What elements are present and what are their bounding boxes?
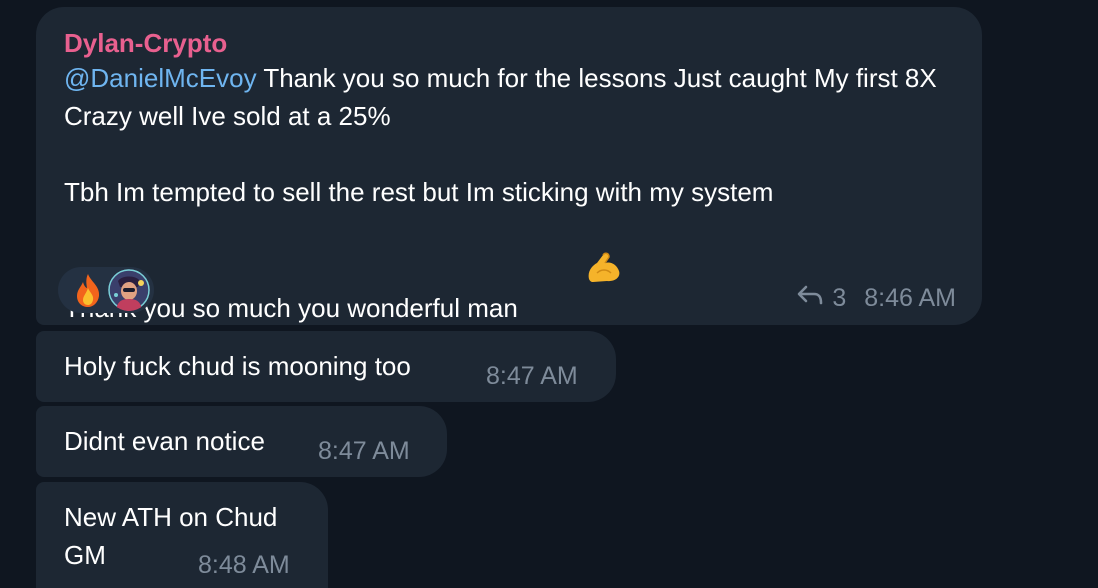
message-text: @DanielMcEvoy Thank you so much for the … xyxy=(64,59,954,135)
message-bubble[interactable]: Didnt evan notice 8:47 AM xyxy=(36,406,447,477)
reactions-bar[interactable] xyxy=(58,267,154,313)
user-avatar[interactable] xyxy=(108,269,150,311)
reply-count[interactable]: 3 xyxy=(832,283,846,313)
message-time: 8:47 AM xyxy=(318,437,410,465)
message-text-line: Tbh Im tempted to sell the rest but Im s… xyxy=(64,177,774,207)
message-text: Holy fuck chud is mooning too xyxy=(64,351,411,381)
reply-icon[interactable] xyxy=(796,283,824,313)
flexed-biceps-icon xyxy=(525,211,623,333)
chat-area: Dylan-Crypto @DanielMcEvoy Thank you so … xyxy=(0,0,1098,588)
message-time: 8:46 AM xyxy=(864,284,956,312)
fire-icon[interactable] xyxy=(70,270,106,310)
message-bubble[interactable]: Holy fuck chud is mooning too 8:47 AM xyxy=(36,331,616,402)
message-bubble[interactable]: Dylan-Crypto @DanielMcEvoy Thank you so … xyxy=(36,7,982,325)
message-time: 8:48 AM xyxy=(198,551,290,579)
message-bubble[interactable]: New ATH on Chud GM 8:48 AM xyxy=(36,482,328,588)
mention-link[interactable]: @DanielMcEvoy xyxy=(64,63,257,93)
message-meta: 3 8:46 AM xyxy=(796,283,956,313)
message-time: 8:47 AM xyxy=(486,362,578,390)
sender-name[interactable]: Dylan-Crypto xyxy=(64,27,954,59)
message-text: Didnt evan notice xyxy=(64,426,265,456)
